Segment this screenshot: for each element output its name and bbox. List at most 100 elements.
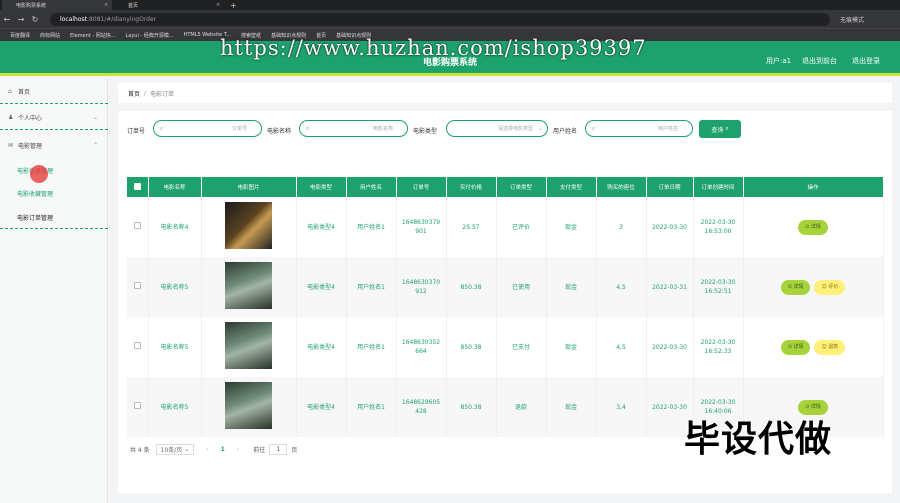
sidebar-item-personal[interactable]: ♟ 个人中心 ⌄ bbox=[0, 108, 108, 126]
divider bbox=[0, 129, 108, 130]
browser-tab[interactable]: 首页 × bbox=[114, 0, 224, 10]
detail-button[interactable]: ⊙ 详情 bbox=[780, 339, 811, 355]
search-icon: ⌕ bbox=[306, 124, 310, 132]
row-checkbox[interactable] bbox=[127, 197, 149, 257]
cell-order-type: 已支付 bbox=[496, 317, 547, 377]
cell-created: 2022-03-30 16:52:33 bbox=[693, 317, 744, 377]
cell-movie-type: 电影类型4 bbox=[296, 377, 347, 437]
close-tab-icon[interactable]: × bbox=[216, 2, 224, 8]
bookmark-item[interactable]: Element - 网站快... bbox=[70, 32, 115, 39]
column-header: 订单类型 bbox=[496, 177, 547, 197]
prev-page-icon[interactable]: ‹ bbox=[206, 446, 208, 453]
table-row: 电影名称5 电影类型4 用户姓名1 1648630352664 850.38 已… bbox=[127, 317, 884, 377]
cell-price: 850.38 bbox=[446, 317, 497, 377]
cell-poster bbox=[201, 317, 297, 377]
divider bbox=[0, 228, 108, 229]
column-header: 电影类型 bbox=[296, 177, 347, 197]
refund-button[interactable]: ☺ 退款 bbox=[814, 339, 846, 355]
to-front-button[interactable]: 退出到前台 bbox=[802, 56, 837, 66]
reload-icon[interactable]: ↻ bbox=[28, 15, 42, 24]
cell-created: 2022-03-30 16:53:00 bbox=[693, 197, 744, 257]
row-checkbox[interactable] bbox=[127, 377, 149, 437]
cell-movie-name: 电影名称5 bbox=[148, 377, 202, 437]
cell-poster bbox=[201, 257, 297, 317]
goto-unit: 页 bbox=[291, 447, 298, 454]
filter-label-name: 电影名称 bbox=[267, 128, 292, 135]
profile-label[interactable]: 无痕模式 bbox=[840, 15, 864, 24]
cell-order-type: 退款 bbox=[496, 377, 547, 437]
search-icon: ⌕ bbox=[160, 124, 164, 132]
pagination: 共 4 条 10条/页 ⌄ ‹ 1 › 前往 1 页 bbox=[130, 444, 297, 455]
bookmark-item[interactable]: Layui - 经典开源模... bbox=[125, 32, 173, 39]
search-icon: ⌕ bbox=[592, 124, 596, 132]
breadcrumb: 首页 / 电影订单 bbox=[118, 83, 892, 103]
sidebar-item-home[interactable]: ⌂ 首页 bbox=[0, 82, 108, 100]
goto-page-input[interactable]: 1 bbox=[269, 444, 288, 455]
cell-date: 2022-03-31 bbox=[646, 257, 694, 317]
cell-seat: 4,5 bbox=[596, 317, 647, 377]
url-field[interactable]: localhost:8081/#/dianyingOrder bbox=[50, 12, 830, 26]
cell-price: 850.38 bbox=[446, 377, 497, 437]
cell-actions: ⊙ 详情 bbox=[743, 197, 884, 257]
table-row: 电影名称4 电影类型4 用户姓名1 1648630379901 25.57 已评… bbox=[127, 197, 884, 257]
cell-date: 2022-03-30 bbox=[646, 317, 694, 377]
click-indicator bbox=[30, 165, 48, 183]
cell-user: 用户姓名1 bbox=[346, 377, 397, 437]
browser-tab-active[interactable]: 电影购票系统 × bbox=[2, 0, 112, 10]
cell-poster bbox=[201, 197, 297, 257]
order-table: 电影名称 电影图片 电影类型 用户姓名 订单号 实付价格 订单类型 支付类型 购… bbox=[127, 177, 884, 437]
cell-seat: 3 bbox=[596, 197, 647, 257]
cell-movie-name: 电影名称5 bbox=[148, 257, 202, 317]
cell-poster bbox=[201, 377, 297, 437]
search-icon: ⌕ bbox=[725, 125, 729, 132]
filter-label-user: 用户姓名 bbox=[553, 128, 578, 135]
movie-poster-image bbox=[225, 322, 272, 369]
column-header: 用户姓名 bbox=[346, 177, 397, 197]
page-number[interactable]: 1 bbox=[221, 446, 225, 453]
bookmark-item[interactable]: 百度翻译 bbox=[10, 32, 30, 39]
back-icon[interactable]: ← bbox=[0, 15, 14, 24]
pager-total: 共 4 条 bbox=[130, 447, 150, 454]
goto-label: 前往 bbox=[253, 447, 266, 454]
movie-poster-image bbox=[225, 382, 272, 429]
detail-button[interactable]: ⊙ 详情 bbox=[798, 219, 828, 235]
mail-icon: ✉ bbox=[8, 141, 14, 149]
cell-order-no: 1648629605428 bbox=[396, 377, 447, 437]
review-button[interactable]: ☺ 评价 bbox=[814, 279, 846, 295]
movie-poster-image bbox=[225, 262, 272, 309]
cell-pay-type: 现金 bbox=[546, 317, 597, 377]
row-checkbox[interactable] bbox=[127, 257, 149, 317]
row-checkbox[interactable] bbox=[127, 317, 149, 377]
sidebar-sub-movie-order[interactable]: 电影订单管理 bbox=[17, 213, 53, 222]
page-size-select[interactable]: 10条/页 ⌄ bbox=[155, 444, 195, 455]
breadcrumb-home[interactable]: 首页 bbox=[128, 89, 140, 98]
sidebar-sub-movie-fav[interactable]: 电影收藏管理 bbox=[17, 189, 53, 198]
search-button[interactable]: 查询 ⌕ bbox=[699, 120, 741, 138]
url-host: localhost bbox=[60, 15, 87, 23]
movie-type-select[interactable]: 请选择电影类型 ⌄ bbox=[446, 120, 548, 137]
table-header-row: 电影名称 电影图片 电影类型 用户姓名 订单号 实付价格 订单类型 支付类型 购… bbox=[127, 177, 884, 197]
cell-movie-name: 电影名称5 bbox=[148, 317, 202, 377]
cell-price: 850.38 bbox=[446, 257, 497, 317]
column-header: 电影名称 bbox=[148, 177, 202, 197]
cell-user: 用户姓名1 bbox=[346, 317, 397, 377]
cell-order-no: 1648630370912 bbox=[396, 257, 447, 317]
chevron-down-icon: ⌄ bbox=[537, 125, 543, 132]
order-number-input[interactable]: ⌕ 订单号 bbox=[153, 120, 262, 137]
sidebar-item-movie-mgmt[interactable]: ✉ 电影管理 ⌃ bbox=[0, 136, 108, 154]
detail-button[interactable]: ⊙ 详情 bbox=[780, 279, 811, 295]
select-all-checkbox[interactable] bbox=[127, 177, 149, 197]
bookmark-item[interactable]: 商标网站 bbox=[40, 32, 60, 39]
new-tab-icon[interactable]: + bbox=[230, 1, 237, 10]
cell-movie-type: 电影类型4 bbox=[296, 257, 347, 317]
user-name-input[interactable]: ⌕ 用户姓名 bbox=[585, 120, 693, 137]
logout-button[interactable]: 退出登录 bbox=[852, 56, 880, 66]
movie-name-input[interactable]: ⌕ 电影名称 bbox=[299, 120, 408, 137]
close-tab-icon[interactable]: × bbox=[104, 2, 112, 8]
cell-order-no: 1648630352664 bbox=[396, 317, 447, 377]
filter-label-order: 订单号 bbox=[127, 128, 146, 135]
next-page-icon[interactable]: › bbox=[237, 446, 239, 453]
column-header: 购买的座位 bbox=[596, 177, 647, 197]
table-row: 电影名称5 电影类型4 用户姓名1 1648630370912 850.38 已… bbox=[127, 257, 884, 317]
forward-icon[interactable]: → bbox=[14, 15, 28, 24]
